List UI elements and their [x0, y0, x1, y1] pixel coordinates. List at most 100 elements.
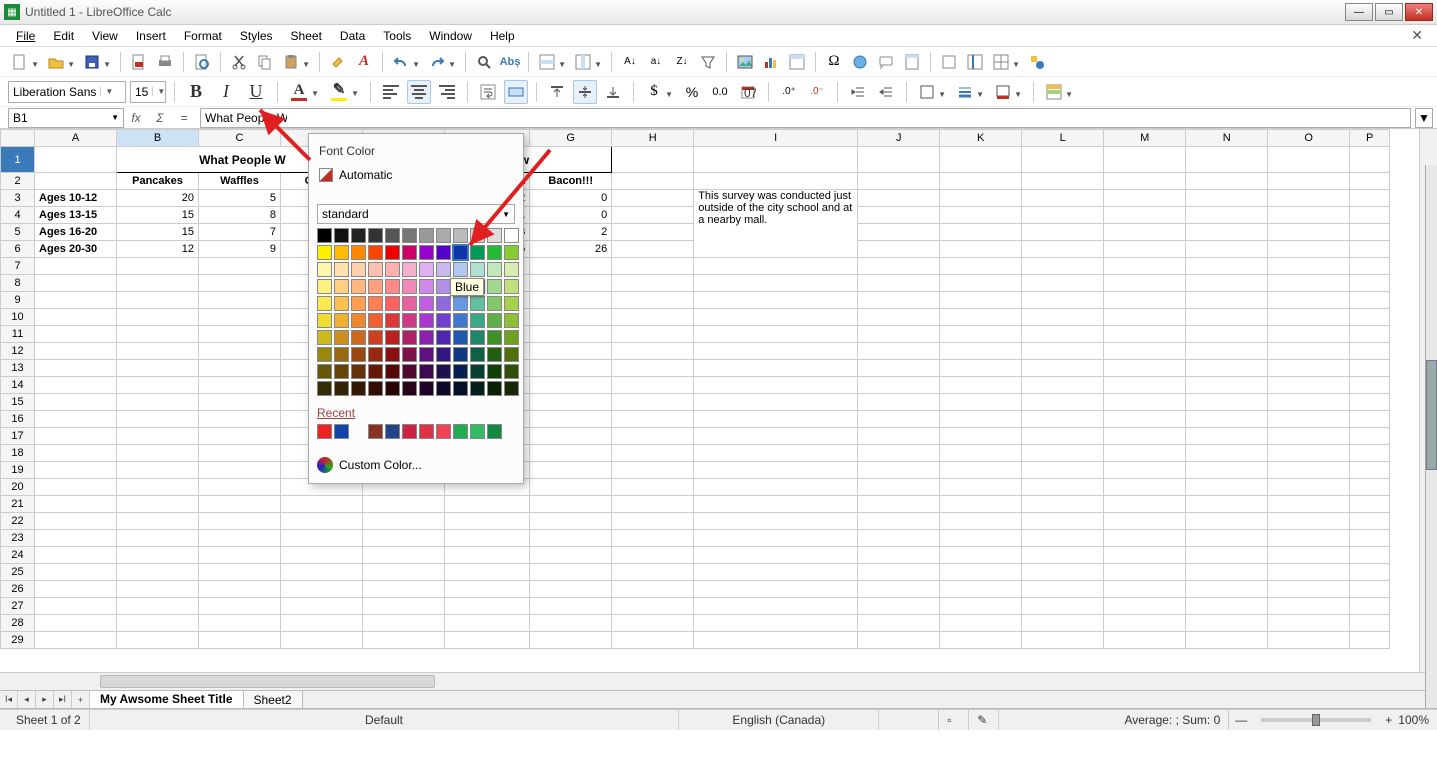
color-swatch[interactable]: [317, 296, 332, 311]
color-swatch[interactable]: [470, 347, 485, 362]
date-button[interactable]: 07: [736, 80, 760, 104]
color-swatch[interactable]: [334, 228, 349, 243]
color-swatch[interactable]: [402, 364, 417, 379]
color-swatch[interactable]: [504, 228, 519, 243]
color-swatch[interactable]: [419, 296, 434, 311]
color-swatch[interactable]: [436, 381, 451, 396]
color-swatch[interactable]: [402, 296, 417, 311]
border-style-button[interactable]: ▼: [953, 80, 977, 104]
color-swatch[interactable]: [317, 313, 332, 328]
color-swatch[interactable]: [436, 262, 451, 277]
zoom-value[interactable]: 100%: [1398, 713, 1429, 727]
find-button[interactable]: [472, 50, 496, 74]
insert-special-char-button[interactable]: Ω: [822, 50, 846, 74]
color-swatch[interactable]: [487, 262, 502, 277]
menu-file[interactable]: File: [8, 27, 43, 45]
color-swatch[interactable]: [504, 381, 519, 396]
color-swatch[interactable]: [470, 228, 485, 243]
color-swatch[interactable]: [470, 364, 485, 379]
merge-cells-button[interactable]: [504, 80, 528, 104]
color-swatch[interactable]: [334, 296, 349, 311]
color-swatch[interactable]: [504, 245, 519, 260]
expand-formula-bar-button[interactable]: ▼: [1415, 108, 1433, 128]
color-swatch[interactable]: [385, 296, 400, 311]
insert-image-button[interactable]: [733, 50, 757, 74]
menu-edit[interactable]: Edit: [45, 27, 82, 45]
color-swatch[interactable]: [419, 381, 434, 396]
tab-first-button[interactable]: I◂: [0, 691, 18, 708]
color-swatch[interactable]: [351, 347, 366, 362]
number-button[interactable]: 0.0: [708, 80, 732, 104]
status-selection-mode[interactable]: ▫: [939, 710, 969, 730]
color-swatch[interactable]: [504, 330, 519, 345]
sort-za-button[interactable]: Z↓: [670, 50, 694, 74]
paste-button[interactable]: ▼: [279, 50, 303, 74]
row-ops-button[interactable]: ▼: [535, 50, 559, 74]
color-swatch[interactable]: [419, 262, 434, 277]
font-color-button[interactable]: A▼: [286, 79, 312, 105]
spreadsheet-grid[interactable]: ABCDEFGHIJKLMNOP1What People Worrow2Panc…: [0, 129, 1390, 649]
color-swatch[interactable]: [436, 364, 451, 379]
color-swatch[interactable]: [317, 262, 332, 277]
color-swatch[interactable]: [453, 262, 468, 277]
color-swatch[interactable]: [334, 245, 349, 260]
color-swatch[interactable]: [351, 228, 366, 243]
color-swatch[interactable]: [470, 381, 485, 396]
open-button[interactable]: ▼: [44, 50, 68, 74]
tab-next-button[interactable]: ▸: [36, 691, 54, 708]
underline-button[interactable]: U: [243, 79, 269, 105]
palette-selector[interactable]: standard▼: [317, 204, 515, 224]
color-swatch[interactable]: [402, 262, 417, 277]
recent-color-swatch[interactable]: [419, 424, 434, 439]
clone-formatting-button[interactable]: [326, 50, 350, 74]
color-swatch[interactable]: [385, 279, 400, 294]
recent-color-swatch[interactable]: [317, 424, 332, 439]
show-draw-functions-button[interactable]: [1025, 50, 1049, 74]
print-preview-button[interactable]: [190, 50, 214, 74]
currency-button[interactable]: $▼: [642, 80, 666, 104]
cut-button[interactable]: [227, 50, 251, 74]
save-button[interactable]: ▼: [80, 50, 104, 74]
color-swatch[interactable]: [453, 347, 468, 362]
percent-button[interactable]: %: [680, 80, 704, 104]
color-swatch[interactable]: [487, 330, 502, 345]
maximize-button[interactable]: ▭: [1375, 3, 1403, 21]
color-swatch[interactable]: [334, 262, 349, 277]
recent-color-swatch[interactable]: [402, 424, 417, 439]
color-swatch[interactable]: [402, 330, 417, 345]
color-swatch[interactable]: [385, 330, 400, 345]
color-swatch[interactable]: [453, 245, 468, 260]
color-swatch[interactable]: [402, 347, 417, 362]
color-swatch[interactable]: [385, 364, 400, 379]
sort-asc-button[interactable]: A↓: [618, 50, 642, 74]
color-swatch[interactable]: [453, 330, 468, 345]
print-button[interactable]: [153, 50, 177, 74]
color-swatch[interactable]: [504, 262, 519, 277]
color-swatch[interactable]: [436, 330, 451, 345]
color-swatch[interactable]: [436, 279, 451, 294]
color-swatch[interactable]: [504, 364, 519, 379]
status-insert-mode[interactable]: [879, 710, 939, 730]
color-swatch[interactable]: [351, 279, 366, 294]
recent-color-swatch[interactable]: [453, 424, 468, 439]
color-swatch[interactable]: [334, 279, 349, 294]
color-swatch[interactable]: [487, 381, 502, 396]
color-swatch[interactable]: [453, 228, 468, 243]
color-swatch[interactable]: [334, 313, 349, 328]
sheet-tab-2[interactable]: Sheet2: [244, 691, 303, 708]
italic-button[interactable]: I: [213, 79, 239, 105]
color-swatch[interactable]: [453, 296, 468, 311]
color-swatch[interactable]: [368, 262, 383, 277]
color-swatch[interactable]: [470, 262, 485, 277]
define-print-area-button[interactable]: [937, 50, 961, 74]
color-swatch[interactable]: [470, 313, 485, 328]
color-swatch[interactable]: [368, 330, 383, 345]
color-swatch[interactable]: [351, 296, 366, 311]
color-swatch[interactable]: [470, 330, 485, 345]
recent-color-swatch[interactable]: [385, 424, 400, 439]
tab-add-button[interactable]: +: [72, 691, 90, 708]
color-swatch[interactable]: [419, 228, 434, 243]
recent-color-swatch[interactable]: [436, 424, 451, 439]
custom-color-row[interactable]: Custom Color...: [317, 457, 515, 473]
color-swatch[interactable]: [317, 381, 332, 396]
